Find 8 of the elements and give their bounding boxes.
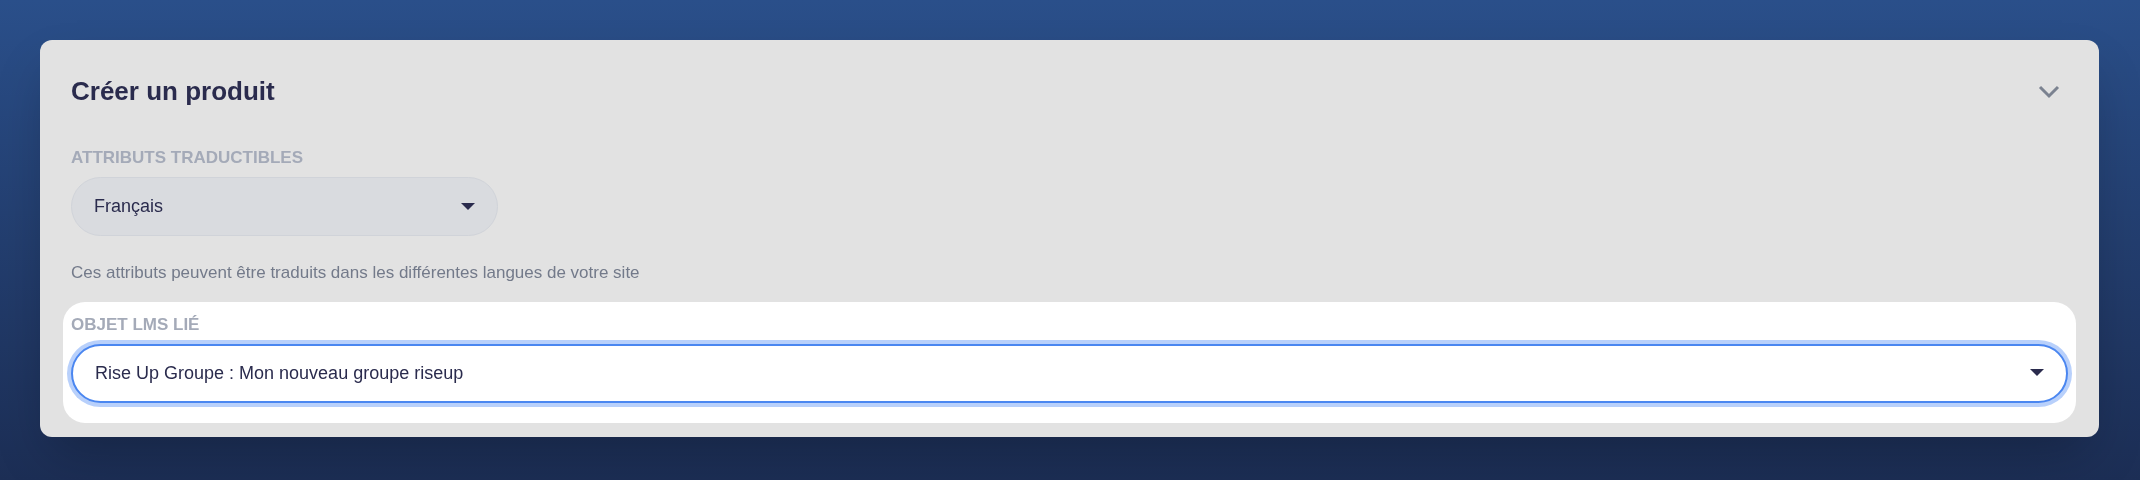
field-label: OBJET LMS LIÉ [71,313,201,336]
card-title: Créer un produit [71,75,275,108]
caret-icon [2030,369,2044,377]
field-label: ATTRIBUTS TRADUCTIBLES [71,147,304,169]
caret-icon [461,202,475,211]
select-field[interactable]: Français [71,177,498,236]
help-text: Ces attributs peuvent être traduits dans les différentes langues de votre site [71,262,641,284]
chevron-down-icon[interactable] [2038,84,2060,99]
